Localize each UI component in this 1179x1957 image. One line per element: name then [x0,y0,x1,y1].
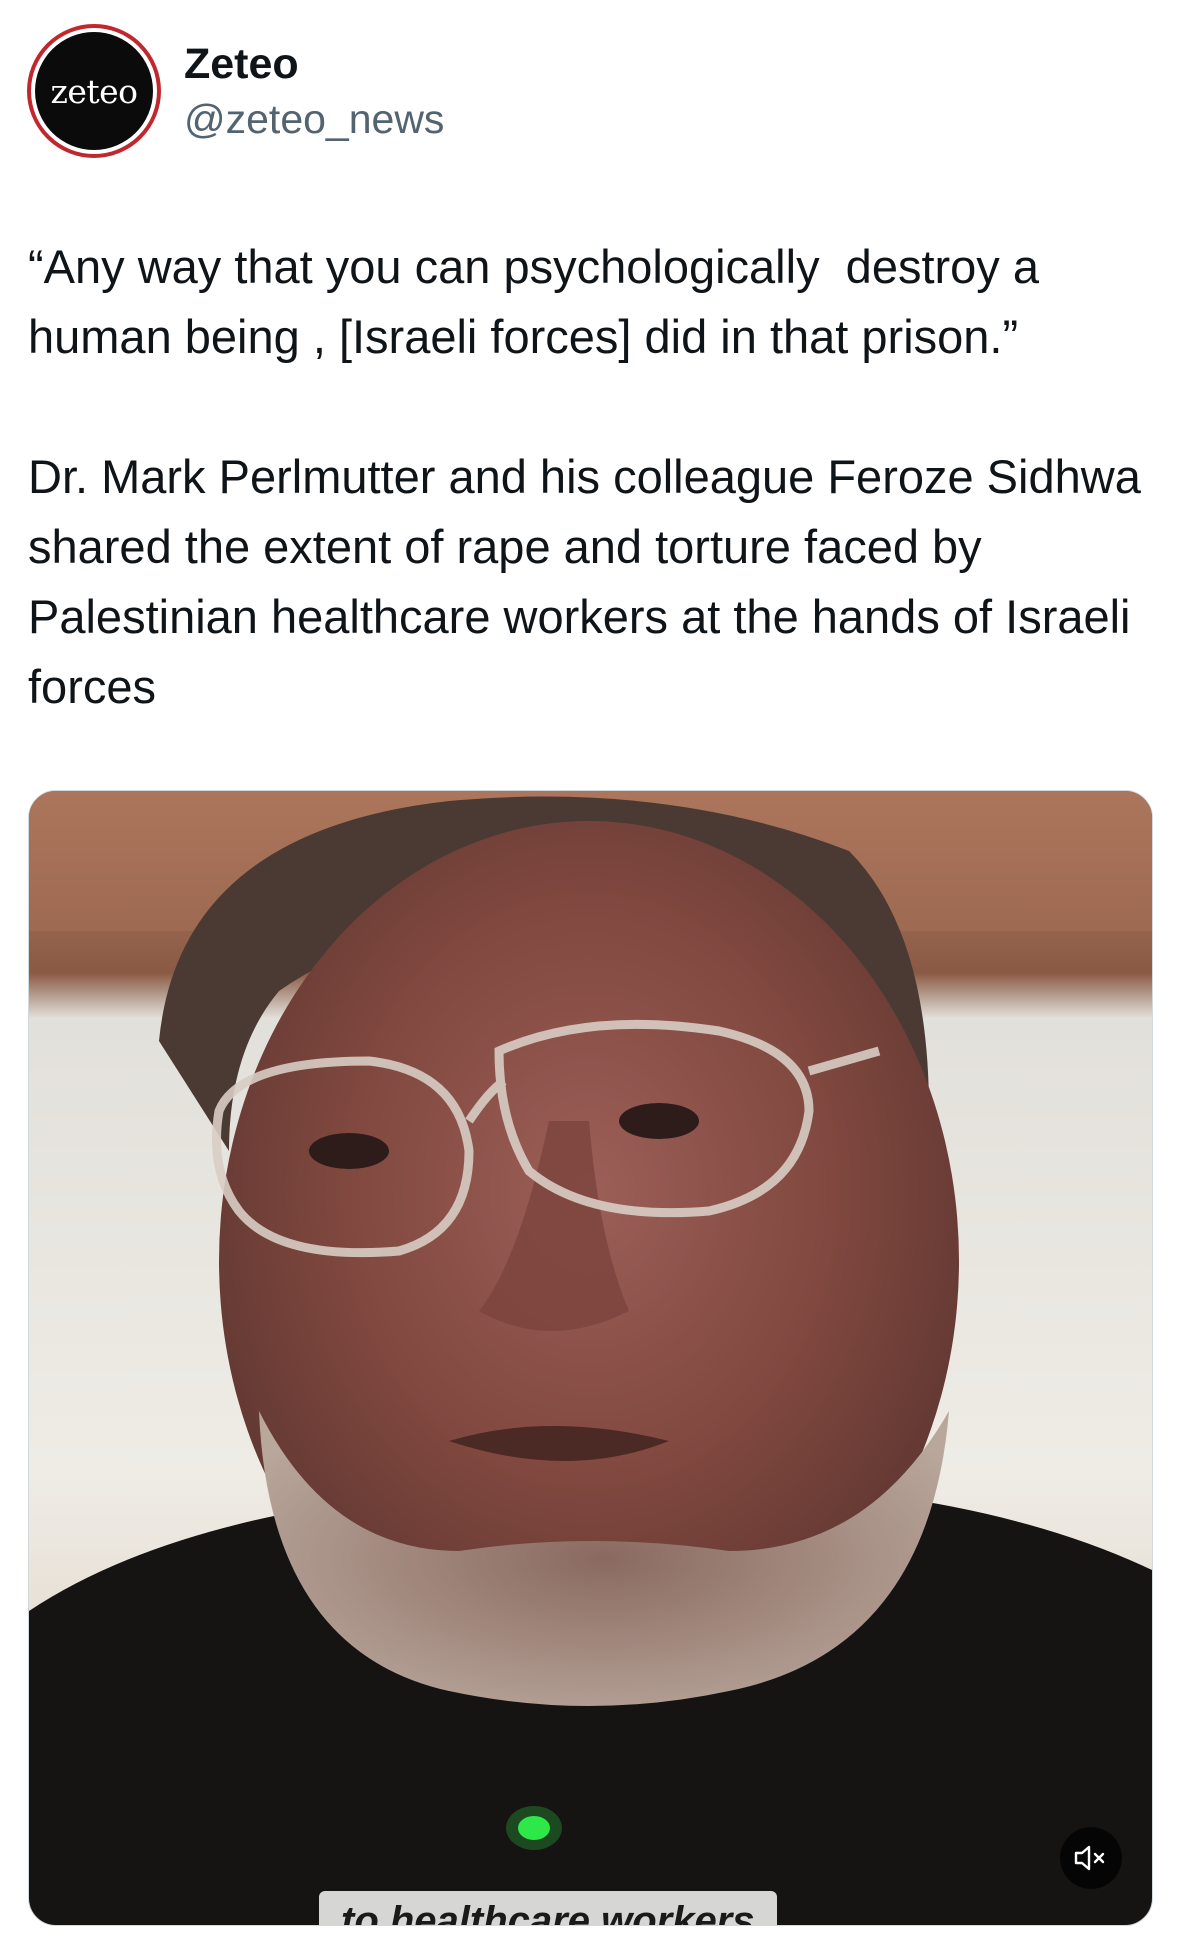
avatar[interactable]: zeteo [27,24,161,158]
tweet-paragraph-quote: “Any way that you can psychologically de… [28,240,1053,363]
display-name[interactable]: Zeteo [184,40,299,89]
tweet-card[interactable]: zeteo Zeteo @zeteo_news “Any way that yo… [0,0,1179,1957]
user-handle[interactable]: @zeteo_news [184,96,444,143]
mute-toggle-button[interactable] [1060,1827,1122,1889]
tweet-paragraph-description: Dr. Mark Perlmutter and his colleague Fe… [28,450,1154,713]
video-player[interactable]: to healthcare workers [28,790,1153,1926]
video-frame [29,791,1152,1925]
video-caption: to healthcare workers [319,1891,777,1925]
avatar-logo-text: zeteo [50,71,138,111]
tweet-text: “Any way that you can psychologically de… [28,232,1158,722]
avatar-logo: zeteo [35,32,153,150]
speaker-muted-icon [1074,1845,1105,1871]
